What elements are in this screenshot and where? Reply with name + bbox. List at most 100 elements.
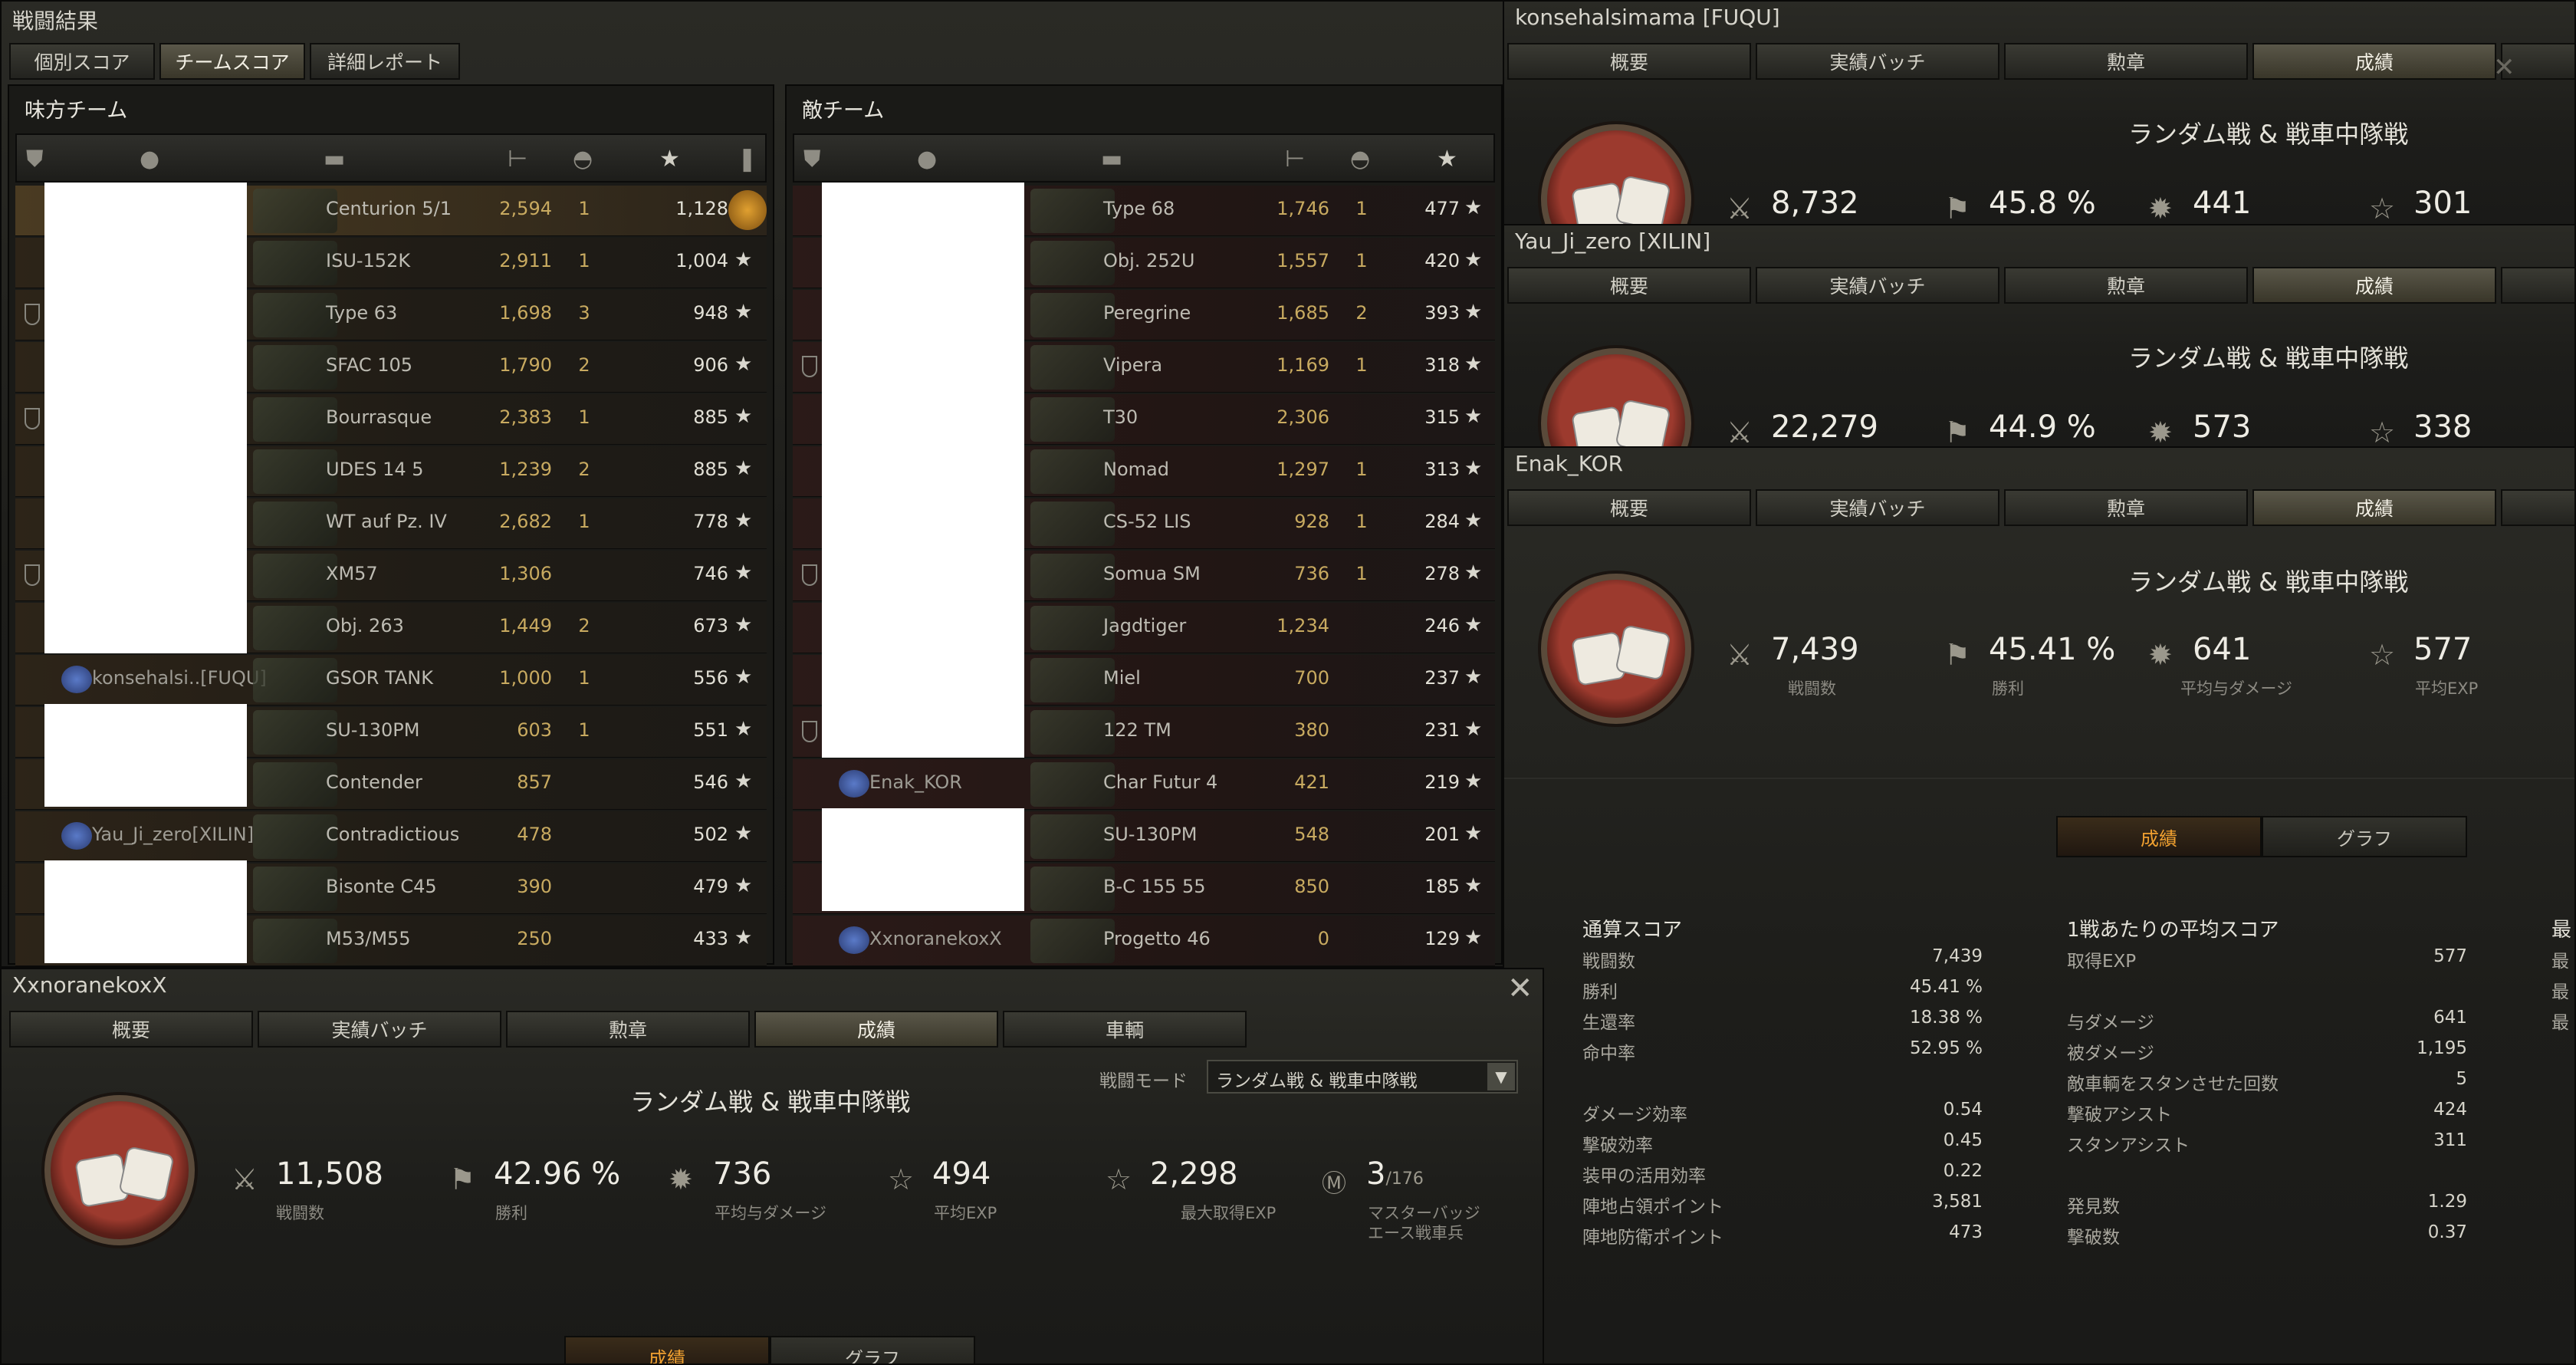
xp-value: 315 [1424,406,1460,428]
stat-value: 45.41 % [1909,977,1983,997]
xp-column-icon[interactable]: ★ [659,146,680,173]
xp-value: 551 [693,719,728,741]
tab-achievements[interactable]: 実績バッチ [1756,489,1999,526]
stat-value: 7,439 [1932,946,1983,966]
damage-value: 380 [1294,719,1329,741]
tab-overview[interactable]: 概要 [1507,267,1751,304]
damage-value: 1,698 [499,302,552,324]
tank-column-icon[interactable]: ▬ [324,146,345,173]
tab-medals[interactable]: 勲章 [506,1011,750,1048]
battle-mode-select[interactable]: ランダム戦 & 戦車中隊戦 ▼ [1207,1060,1518,1094]
tab-medals[interactable]: 勲章 [2004,267,2248,304]
total-score-table: 通算スコア 戦闘数 7,439 勝利 45.41 % 生還率 18.38 % 命中率 52.9… [1582,914,1983,1253]
tab-vehicles[interactable]: 車輌 [1003,1011,1247,1048]
damage-column-icon[interactable]: ⊢ [508,146,527,173]
stat-value: 424 [2433,1100,2467,1120]
xp-value: 885 [693,406,728,428]
mastery-label-2: エース戦車兵 [1368,1224,1464,1242]
ally-column-header: ⛊ ● ▬ ⊢ ◓ ★ ❚ [15,133,767,183]
average-score-title: 1戦あたりの平均スコア [2067,919,2279,942]
player-name[interactable]: Enak_KOR [869,771,962,793]
tab-extra[interactable] [2501,267,2574,304]
platoon-shield-icon [802,564,817,586]
chevron-down-icon[interactable]: ▼ [1487,1063,1515,1090]
tank-name: B-C 155 55 [1103,876,1206,897]
tank-name: Bourrasque [326,406,432,428]
tank-image [1030,658,1115,702]
subtab-stats[interactable]: 成績 [564,1336,770,1363]
table-row[interactable]: XxnoranekoxX Progetto 46 0 129 ★ [793,916,1495,966]
damage-value: 700 [1294,667,1329,689]
tab-medals[interactable]: 勲章 [2004,43,2248,80]
star-icon: ★ [1464,248,1483,271]
tab-achievements[interactable]: 実績バッチ [258,1011,501,1048]
subtab-graph[interactable]: グラフ [2262,816,2467,857]
mastery-value: 3 [1366,1156,1386,1192]
tab-team-score[interactable]: チームスコア [159,43,305,80]
xp-value: 201 [1424,824,1460,845]
subtab-graph[interactable]: グラフ [770,1336,975,1363]
avg-damage-label: 平均与ダメージ [715,1204,826,1222]
star-icon: ★ [1464,561,1483,584]
winrate-label: 勝利 [495,1204,527,1222]
tab-achievements[interactable]: 実績バッチ [1756,43,1999,80]
kills-value: 1 [578,511,590,532]
tab-medals[interactable]: 勲章 [2004,489,2248,526]
subtab-stats[interactable]: 成績 [2056,816,2262,857]
stat-row: 戦闘数 7,439 [1582,946,1983,977]
kills-column-icon[interactable]: ◓ [1350,146,1370,173]
close-icon[interactable]: ✕ [1507,971,1533,1006]
battles-icon: ⚔ [1727,638,1753,672]
stat-key: 発見数 [2067,1197,2120,1217]
kills-value: 1 [578,406,590,428]
kills-column-icon[interactable]: ◓ [573,146,593,173]
player-name[interactable]: konsehalsi..[FUQU] [92,667,267,689]
platoon-column-icon[interactable]: ⛊ [26,146,44,173]
close-icon[interactable]: ✕ [2493,52,2515,83]
xp-value: 906 [693,354,728,376]
stat-row: 取得EXP 577 [2067,946,2467,977]
tab-overview[interactable]: 概要 [9,1011,253,1048]
tab-overview[interactable]: 概要 [1507,43,1751,80]
tab-stats[interactable]: 成績 [2252,489,2496,526]
damage-column-icon[interactable]: ⊢ [1285,146,1305,173]
star-icon: ★ [1464,613,1483,636]
xp-value: 313 [1424,459,1460,480]
tank-name: Type 68 [1103,198,1175,219]
tab-detailed-report[interactable]: 詳細レポート [310,43,460,80]
avg-xp-value: 577 [2413,632,2472,667]
tab-extra[interactable] [2501,489,2574,526]
damage-value: 736 [1294,563,1329,584]
player-column-icon[interactable]: ● [917,146,937,173]
tank-image [253,397,337,442]
tab-stats[interactable]: 成績 [2252,43,2496,80]
platoon-column-icon[interactable]: ⛊ [803,146,821,173]
player-name[interactable]: XxnoranekoxX [869,928,1002,949]
battles-icon: ⚔ [1727,192,1753,225]
xp-value: 185 [1424,876,1460,897]
tab-personal-score[interactable]: 個別スコア [9,43,155,80]
xp-column-icon[interactable]: ★ [1437,146,1457,173]
stat-value: 577 [2433,946,2467,966]
xp-value: 1,128 [675,198,728,219]
star-icon: ★ [734,248,753,271]
damage-value: 0 [1317,928,1329,949]
tab-overview[interactable]: 概要 [1507,489,1751,526]
player-column-icon[interactable]: ● [140,146,159,173]
star-icon: ★ [734,718,753,741]
tank-column-icon[interactable]: ▬ [1101,146,1122,173]
player-name[interactable]: Yau_Ji_zero[XILIN] [92,824,254,845]
medal-column-icon[interactable]: ❚ [738,146,757,173]
tank-name: GSOR TANK [326,667,433,689]
medal-icon[interactable] [728,190,767,230]
star-icon: ★ [734,770,753,793]
table-row[interactable]: konsehalsi..[FUQU] GSOR TANK 1,000 1 556 ★ [15,655,767,706]
table-row[interactable]: Yau_Ji_zero[XILIN] Contradictious 478 502 ★ [15,811,767,862]
stat-value: 311 [2433,1130,2467,1150]
table-row[interactable]: Enak_KOR Char Futur 4 421 219 ★ [793,759,1495,810]
winrate-value: 42.96 % [494,1156,621,1192]
tab-stats[interactable]: 成績 [754,1011,998,1048]
tab-stats[interactable]: 成績 [2252,267,2496,304]
redacted-block [44,183,247,653]
tab-achievements[interactable]: 実績バッチ [1756,267,1999,304]
